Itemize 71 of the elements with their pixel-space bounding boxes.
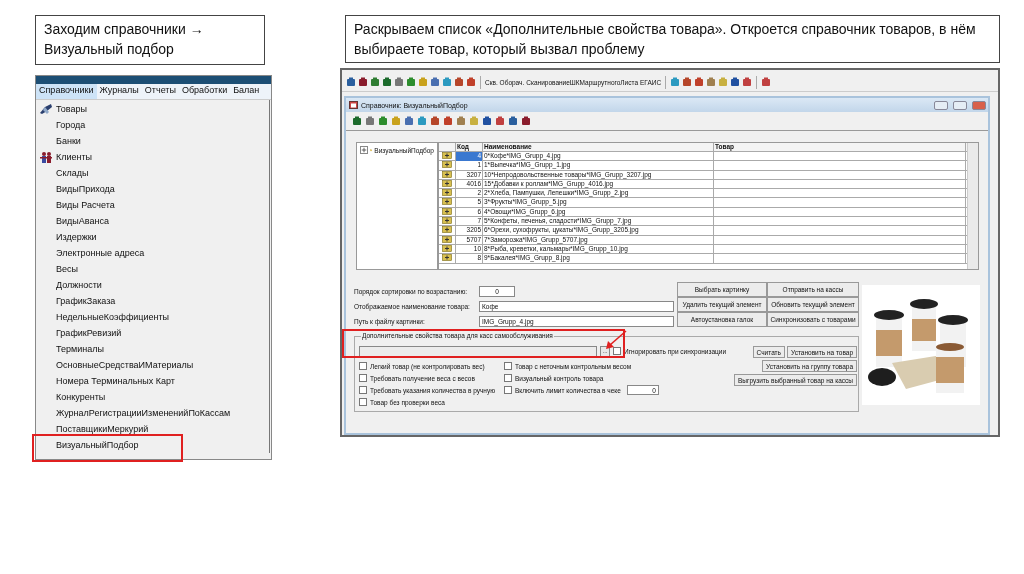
menu-item[interactable]: Города bbox=[56, 120, 86, 130]
checkbox[interactable] bbox=[359, 374, 367, 382]
toolbar-icon[interactable] bbox=[430, 116, 440, 126]
menu-item[interactable]: НедельныеКоэффициенты bbox=[56, 312, 170, 322]
scrollbar[interactable] bbox=[967, 143, 978, 269]
menu-item[interactable]: Конкуренты bbox=[56, 392, 106, 402]
tools-icon bbox=[39, 103, 53, 115]
toolbar-icon[interactable] bbox=[495, 116, 505, 126]
checkbox[interactable] bbox=[504, 386, 512, 394]
toolbar-icon[interactable] bbox=[382, 77, 392, 87]
checkbox[interactable] bbox=[613, 347, 621, 355]
toolbar-icon[interactable] bbox=[352, 116, 362, 126]
toolbar-icon[interactable] bbox=[430, 77, 440, 87]
toolbar-icon[interactable] bbox=[742, 77, 753, 87]
menu-item[interactable]: ГрафикЗаказа bbox=[56, 296, 116, 306]
menu-item[interactable]: Склады bbox=[56, 168, 89, 178]
toolbar-icon[interactable] bbox=[443, 116, 453, 126]
checkbox[interactable] bbox=[359, 386, 367, 394]
menu-item[interactable]: Терминалы bbox=[56, 344, 104, 354]
menu-item[interactable]: Банки bbox=[56, 136, 81, 146]
minimize-button[interactable] bbox=[934, 100, 948, 110]
menu-item[interactable]: ЖурналРегистрацииИзмененийПоКассам bbox=[56, 408, 231, 418]
checkbox[interactable] bbox=[359, 398, 367, 406]
checkbox[interactable] bbox=[504, 362, 512, 370]
toolbar-icon[interactable] bbox=[682, 77, 693, 87]
expand-toggle[interactable] bbox=[360, 146, 368, 154]
toolbar-icon[interactable] bbox=[466, 77, 476, 87]
arrow bbox=[604, 329, 628, 351]
toolbar-icon[interactable] bbox=[394, 77, 404, 87]
menu-item[interactable]: Виды Расчета bbox=[56, 200, 115, 210]
menu-bar-item[interactable]: Балан bbox=[230, 84, 263, 99]
menu-item[interactable]: Клиенты bbox=[56, 152, 93, 162]
toolbar-icon[interactable] bbox=[508, 116, 518, 126]
toolbar-icon[interactable] bbox=[378, 116, 388, 126]
toolbar-icon[interactable] bbox=[730, 77, 741, 87]
menu-bar-item[interactable]: Отчеты bbox=[141, 84, 179, 99]
toolbar-icon[interactable] bbox=[406, 77, 416, 87]
menu-bar-item[interactable]: Справочники bbox=[36, 84, 97, 99]
menu-item[interactable]: ГрафикРевизий bbox=[56, 328, 122, 338]
menu-item[interactable]: Должности bbox=[56, 280, 102, 290]
toolbar-icon[interactable] bbox=[521, 116, 531, 126]
menu-item[interactable]: ПоставщикиМеркурий bbox=[56, 424, 149, 434]
dropdown-field[interactable] bbox=[359, 345, 597, 357]
toolbar-icon[interactable] bbox=[454, 77, 464, 87]
toolbar-icon[interactable] bbox=[694, 77, 705, 87]
people-icon bbox=[39, 151, 53, 163]
toolbar-icon[interactable] bbox=[761, 77, 772, 87]
menu-item[interactable]: Номера Терминальных Карт bbox=[56, 376, 175, 386]
checkbox[interactable] bbox=[359, 362, 367, 370]
menu-item[interactable]: Весы bbox=[56, 264, 78, 274]
checkbox[interactable] bbox=[504, 374, 512, 382]
toolbar-icon[interactable] bbox=[482, 116, 492, 126]
caption-text: Раскрываем список «Дополнительные свойства товара». Откроется справочник товаров, в нём выбираете товар, который вызвал проблему bbox=[345, 15, 1000, 63]
menu-item[interactable]: ВидыАванса bbox=[56, 216, 109, 226]
toolbar-icon[interactable] bbox=[365, 116, 375, 126]
menu-item[interactable]: Издержки bbox=[56, 232, 97, 242]
menu-item[interactable]: ВидыПрихода bbox=[56, 184, 115, 194]
menu-bar-item[interactable]: Журналы bbox=[96, 84, 142, 99]
menu-bar-item[interactable]: Обработки bbox=[178, 84, 231, 99]
menu-item[interactable]: ВизуальныйПодбор bbox=[56, 440, 139, 450]
menu-item[interactable]: Электронные адреса bbox=[56, 248, 145, 258]
toolbar-icon[interactable] bbox=[346, 77, 356, 87]
window-icon bbox=[349, 101, 358, 109]
maximize-button[interactable] bbox=[953, 100, 967, 110]
toolbar-icon[interactable] bbox=[404, 116, 414, 126]
menu-item[interactable]: ОсновныеСредстваИМатериалы bbox=[56, 360, 194, 370]
caption-text: Заходим справочники → Визуальный подбор bbox=[35, 15, 265, 65]
menu-item[interactable]: Товары bbox=[56, 104, 87, 114]
close-button[interactable] bbox=[972, 100, 986, 110]
toolbar-icon[interactable] bbox=[358, 77, 368, 87]
toolbar-icon[interactable] bbox=[370, 77, 380, 87]
